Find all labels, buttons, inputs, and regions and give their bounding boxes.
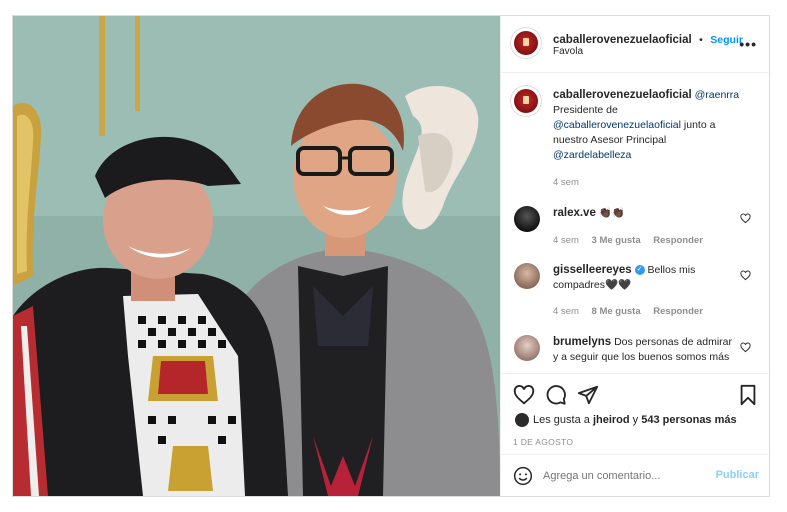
- photo-illustration: [13, 16, 500, 496]
- liker-avatar: [515, 413, 529, 427]
- comment-item: gisselleereyes ✓ Bellos mis compadres🖤🖤: [553, 263, 738, 293]
- comments-list: caballerovenezuelaoficial @raenrra Presi…: [501, 73, 771, 373]
- comment-icon[interactable]: [545, 384, 567, 406]
- comment-heart-icon[interactable]: [740, 213, 751, 224]
- separator-dot: •: [699, 34, 703, 46]
- comment-item: brumelyns Dos personas de admirar y a se…: [553, 335, 738, 365]
- avatar[interactable]: [511, 28, 541, 58]
- post-date[interactable]: 1 DE AGOSTO: [513, 437, 573, 447]
- comment-username[interactable]: gisselleereyes: [553, 264, 632, 276]
- caption-mention2[interactable]: @caballerovenezuelaoficial: [553, 119, 681, 131]
- avatar[interactable]: [514, 206, 540, 232]
- likes-count[interactable]: 543 personas más: [641, 414, 736, 426]
- more-horizontal-icon[interactable]: •••: [739, 36, 757, 52]
- share-icon[interactable]: [577, 384, 599, 406]
- add-comment-bar: Publicar: [501, 454, 771, 497]
- bookmark-icon[interactable]: [737, 384, 759, 406]
- instagram-post: caballerovenezuelaoficial • Seguir Favol…: [12, 15, 771, 497]
- comment-item: ralex.ve 👏🏿👏🏿: [553, 206, 738, 221]
- comment-likes[interactable]: 3 Me gusta: [592, 235, 641, 246]
- post-author-username[interactable]: caballerovenezuelaoficial: [553, 34, 692, 46]
- publish-button[interactable]: Publicar: [716, 469, 759, 481]
- reply-button[interactable]: Responder: [653, 306, 703, 317]
- post-header: caballerovenezuelaoficial • Seguir Favol…: [501, 16, 771, 73]
- verified-badge-icon: ✓: [634, 265, 645, 276]
- comment-time: 4 sem: [553, 235, 579, 246]
- comment-time: 4 sem: [553, 306, 579, 317]
- comment-username[interactable]: brumelyns: [553, 336, 611, 348]
- comment-likes[interactable]: 8 Me gusta: [592, 306, 641, 317]
- post-actions: Les gusta a jheirod y 543 personas más 1…: [501, 373, 771, 496]
- avatar[interactable]: [511, 86, 541, 116]
- avatar[interactable]: [514, 335, 540, 361]
- comment-heart-icon[interactable]: [740, 270, 751, 281]
- follow-button[interactable]: Seguir: [710, 34, 743, 46]
- comment-meta: 4 sem 3 Me gusta Responder: [553, 235, 713, 246]
- caption-mention[interactable]: @raenrra: [695, 89, 740, 101]
- likes-prefix: Les gusta a: [533, 413, 593, 426]
- caption-username[interactable]: caballerovenezuelaoficial: [553, 89, 692, 101]
- avatar[interactable]: [514, 263, 540, 289]
- caption-line2: junto a: [680, 119, 716, 131]
- caption-mention3[interactable]: @zardelabelleza: [553, 149, 631, 161]
- likes-user[interactable]: jheirod: [593, 414, 630, 426]
- post-location[interactable]: Favola: [553, 46, 583, 57]
- reply-button[interactable]: Responder: [653, 235, 703, 246]
- comment-input[interactable]: [543, 467, 703, 485]
- likes-summary[interactable]: Les gusta a jheirod y 543 personas más: [515, 413, 737, 427]
- comment-heart-icon[interactable]: [740, 342, 751, 353]
- caption: caballerovenezuelaoficial @raenrra Presi…: [553, 88, 753, 163]
- post-sidebar: caballerovenezuelaoficial • Seguir Favol…: [500, 16, 771, 496]
- likes-suffix: y: [629, 413, 642, 426]
- post-photo[interactable]: [13, 16, 500, 496]
- caption-line3: nuestro Asesor Principal: [553, 134, 667, 146]
- comment-text: 👏🏿👏🏿: [598, 207, 625, 219]
- heart-icon[interactable]: [513, 384, 535, 406]
- caption-time: 4 sem: [553, 177, 579, 188]
- caption-line1: Presidente de: [553, 104, 618, 116]
- comment-meta: 4 sem 8 Me gusta Responder: [553, 306, 713, 317]
- smile-icon[interactable]: [513, 466, 533, 486]
- comment-username[interactable]: ralex.ve: [553, 207, 596, 219]
